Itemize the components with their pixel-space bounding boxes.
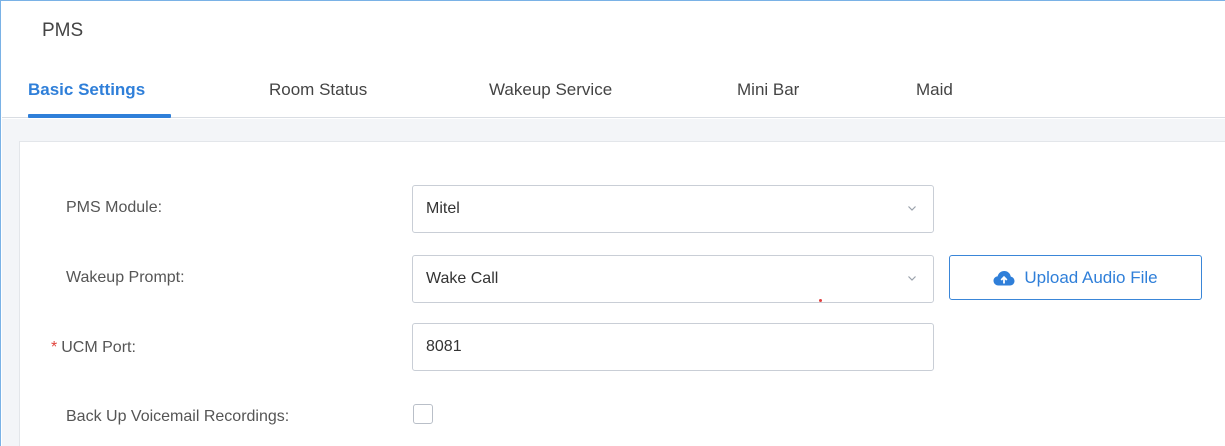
- backup-voicemail-checkbox[interactable]: [413, 404, 433, 424]
- app-frame: PMS Basic Settings Room Status Wakeup Se…: [0, 0, 1225, 446]
- wakeup-prompt-value: Wake Call: [426, 270, 499, 287]
- tab-mini-bar[interactable]: Mini Bar: [737, 80, 799, 110]
- pms-module-label: PMS Module:: [66, 199, 163, 216]
- cloud-upload-icon: [993, 270, 1015, 285]
- page-header: PMS Basic Settings Room Status Wakeup Se…: [2, 2, 1225, 118]
- tab-wakeup-service[interactable]: Wakeup Service: [489, 80, 612, 110]
- ucm-port-input[interactable]: 8081: [412, 323, 934, 371]
- pms-module-select[interactable]: Mitel: [412, 185, 934, 233]
- backup-voicemail-label: Back Up Voicemail Recordings:: [66, 408, 290, 425]
- ucm-port-value: 8081: [426, 338, 462, 355]
- wakeup-prompt-label: Wakeup Prompt:: [66, 269, 185, 286]
- tab-room-status[interactable]: Room Status: [269, 80, 367, 110]
- tab-maid[interactable]: Maid: [916, 80, 953, 110]
- chevron-down-icon: [908, 206, 916, 211]
- upload-audio-file-button[interactable]: Upload Audio File: [949, 255, 1202, 300]
- upload-audio-file-label: Upload Audio File: [1024, 267, 1158, 287]
- pms-module-value: Mitel: [426, 200, 460, 217]
- tab-bar: Basic Settings Room Status Wakeup Servic…: [2, 2, 1225, 118]
- cursor-marker: [819, 299, 822, 302]
- active-tab-indicator: [28, 114, 171, 118]
- ucm-port-label: UCM Port:: [61, 339, 136, 356]
- required-marker: *: [51, 339, 58, 356]
- tab-basic-settings[interactable]: Basic Settings: [28, 80, 145, 110]
- chevron-down-icon: [908, 276, 916, 281]
- ucm-port-label-row: * UCM Port:: [51, 339, 136, 357]
- wakeup-prompt-select[interactable]: Wake Call: [412, 255, 934, 303]
